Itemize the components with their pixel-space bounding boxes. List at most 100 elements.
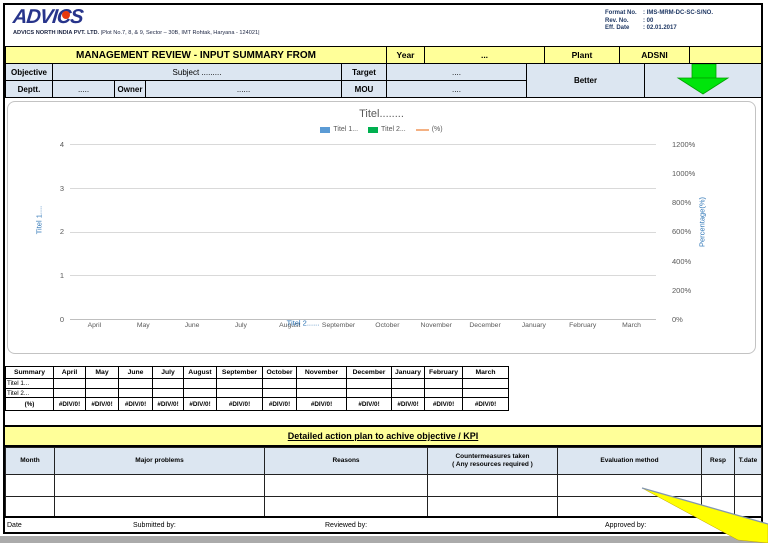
div-error-cell: #DIV/0! <box>262 397 297 411</box>
summary-row-percent: (%) #DIV/0! #DIV/0! #DIV/0! #DIV/0! #DIV… <box>5 397 509 411</box>
summary-header-cell: September <box>216 366 263 379</box>
summary-cell[interactable] <box>346 388 392 398</box>
summary-cell[interactable] <box>296 378 347 389</box>
summary-cell[interactable] <box>391 388 425 398</box>
summary-cell[interactable] <box>424 378 463 389</box>
legend-item-series2: Titel 2... <box>368 126 406 133</box>
summary-cell[interactable] <box>53 378 86 389</box>
format-no-value: : IMS-MRM-DC-SC-S/NO. <box>643 10 713 16</box>
target-value-cell[interactable]: .... <box>386 63 527 81</box>
legend-label-series2: Titel 2... <box>381 126 406 133</box>
company-name: ADVICS NORTH INDIA PVT. LTD. <box>13 30 100 36</box>
rev-no-row: Rev. No.: 00 <box>605 18 713 26</box>
action-cell[interactable] <box>264 496 428 517</box>
action-cell[interactable] <box>54 496 265 517</box>
summary-cell[interactable] <box>53 388 86 398</box>
action-cell[interactable] <box>557 496 702 517</box>
summary-cell[interactable] <box>462 378 509 389</box>
rev-no-label: Rev. No. <box>605 17 629 24</box>
right-axis-tick: 0% <box>672 315 683 324</box>
action-col-major-problems: Major problems <box>54 447 265 475</box>
action-cell[interactable] <box>701 474 735 497</box>
plant-value-cell[interactable]: ADSNI <box>619 46 690 64</box>
info-rows: Objective Subject ......... Target .... … <box>5 63 762 98</box>
summary-row-titel2: Titel 2... <box>5 388 509 398</box>
summary-row-label: Titel 1... <box>5 378 54 389</box>
summary-row-titel1: Titel 1... <box>5 378 509 389</box>
summary-header-cell: January <box>391 366 425 379</box>
action-col-resp: Resp <box>701 447 735 475</box>
summary-cell[interactable] <box>216 388 263 398</box>
legend-item-series1: Titel 1... <box>320 126 358 133</box>
gridline <box>70 275 656 276</box>
x-axis-label: June <box>184 322 200 329</box>
summary-cell[interactable] <box>462 388 509 398</box>
right-axis-tick: 1000% <box>672 169 696 178</box>
target-label: Target <box>341 63 387 81</box>
x-axis-label: March <box>622 322 641 329</box>
div-error-cell: #DIV/0! <box>118 397 153 411</box>
chart: Titel........ Titel 1... Titel 2... (%) … <box>7 101 756 354</box>
action-cell[interactable] <box>734 496 762 517</box>
legend-label-series3: (%) <box>431 126 443 133</box>
countermeasures-line2: ( Any resources required ) <box>452 461 533 468</box>
right-axis-tick: 200% <box>672 286 692 295</box>
year-value-cell[interactable]: ... <box>424 46 545 64</box>
x-axis-label: April <box>87 322 102 329</box>
div-error-cell: #DIV/0! <box>296 397 347 411</box>
summary-cell[interactable] <box>152 378 184 389</box>
summary-header-row: Summary April May June July August Septe… <box>5 366 509 379</box>
right-axis-tick: 400% <box>672 257 692 266</box>
summary-cell[interactable] <box>262 378 297 389</box>
summary-header-cell: October <box>262 366 297 379</box>
x-axis-label: May <box>136 322 150 329</box>
summary-header-cell: August <box>183 366 217 379</box>
company-address-line: ADVICS NORTH INDIA PVT. LTD. |Plot No.7,… <box>13 30 260 36</box>
action-col-countermeasures: Countermeasures taken ( Any resources re… <box>427 447 558 475</box>
page-title: MANAGEMENT REVIEW - INPUT SUMMARY FROM <box>5 46 387 64</box>
summary-cell[interactable] <box>262 388 297 398</box>
subject-value-cell[interactable]: Subject ......... <box>52 63 342 81</box>
action-plan-title: Detailed action plan to achive objective… <box>287 431 479 441</box>
action-cell[interactable] <box>701 496 735 517</box>
action-cell[interactable] <box>5 474 55 497</box>
summary-cell[interactable] <box>152 388 184 398</box>
summary-row-label: Titel 2... <box>5 388 54 398</box>
page: { "header": { "logo_text": "ADVICS", "co… <box>0 0 768 543</box>
summary-cell[interactable] <box>85 378 119 389</box>
summary-header-cell: November <box>296 366 347 379</box>
action-plan-header-row: Month Major problems Reasons Countermeas… <box>5 447 762 475</box>
action-cell[interactable] <box>5 496 55 517</box>
action-cell[interactable] <box>264 474 428 497</box>
green-down-arrow-icon <box>676 64 730 95</box>
action-cell[interactable] <box>427 496 558 517</box>
eff-date-value: : 02.01.2017 <box>643 25 677 31</box>
owner-value-cell[interactable]: ...... <box>145 80 342 98</box>
summary-cell[interactable] <box>391 378 425 389</box>
action-cell[interactable] <box>734 474 762 497</box>
summary-header-cell: February <box>424 366 463 379</box>
y-axis-tick: 1 <box>59 271 64 280</box>
summary-cell[interactable] <box>346 378 392 389</box>
x-axis-label: July <box>234 322 247 329</box>
deptt-value-cell[interactable]: ..... <box>52 80 115 98</box>
summary-cell[interactable] <box>118 388 153 398</box>
right-axis-tick: 800% <box>672 198 692 207</box>
y-axis-tick: 4 <box>59 140 64 149</box>
summary-cell[interactable] <box>85 388 119 398</box>
owner-label: Owner <box>114 80 146 98</box>
action-cell[interactable] <box>54 474 265 497</box>
mou-value-cell[interactable]: .... <box>386 80 527 98</box>
action-cell[interactable] <box>427 474 558 497</box>
submitted-by-label: Submitted by: <box>133 522 176 529</box>
summary-cell[interactable] <box>183 378 217 389</box>
summary-cell[interactable] <box>183 388 217 398</box>
better-direction-cell <box>644 63 762 98</box>
action-cell[interactable] <box>557 474 702 497</box>
summary-cell[interactable] <box>118 378 153 389</box>
summary-cell[interactable] <box>424 388 463 398</box>
series1-swatch-icon <box>320 126 331 133</box>
summary-cell[interactable] <box>216 378 263 389</box>
x-axis-label: December <box>469 322 501 329</box>
summary-cell[interactable] <box>296 388 347 398</box>
